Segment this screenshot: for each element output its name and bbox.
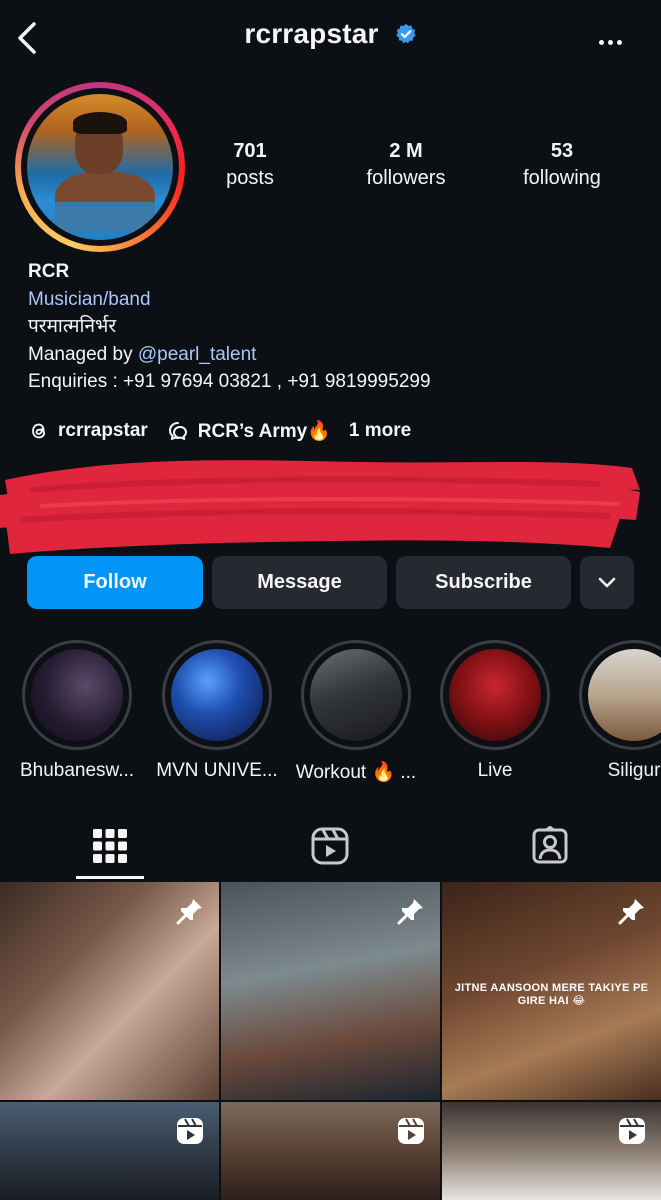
channel-icon [168,422,187,440]
redaction-scribble [0,460,640,554]
post-overlay-text: JITNE AANSOON MERE TAKIYE PE GIRE HAI 😂 [454,982,649,1007]
pinned-icon [618,899,644,925]
highlight-label: Live [477,760,513,781]
suggested-accounts-button[interactable] [580,556,634,609]
threads-handle: rcrrapstar [58,420,148,441]
reel-icon [398,1118,424,1144]
reels-tab-icon[interactable] [310,826,350,866]
threads-icon [32,423,45,439]
message-button[interactable]: Message [212,556,387,609]
profile-stats: 701 posts 2 M followers 53 following [0,140,661,200]
profile-header: rcrrapstar [0,18,661,50]
broadcast-channel-link[interactable]: RCR’s Army🔥 [166,419,331,443]
profile-links: rcrrapstar RCR’s Army🔥 1 more [28,416,429,446]
more-links[interactable]: 1 more [349,420,411,442]
highlight-item[interactable]: Bhubanesw... [12,640,142,782]
following-count[interactable]: 53 following [492,140,632,190]
highlight-item[interactable]: Live [430,640,560,782]
posts-grid: JITNE AANSOON MERE TAKIYE PE GIRE HAI 😂 [0,882,661,1200]
chevron-down-icon [598,577,616,587]
pinned-icon [397,899,423,925]
highlight-item[interactable]: MVN UNIVE... [152,640,282,782]
highlight-label: Bhubanesw... [19,760,135,781]
bio: RCR Musician/band परमात्मनिर्भर Managed … [28,258,648,396]
following-number: 53 [550,140,574,162]
grid-tab-icon[interactable] [90,826,130,866]
threads-link[interactable]: rcrrapstar [28,420,148,442]
enquiries-line: Enquiries : +91 97694 03821 , +91 981999… [28,371,431,392]
highlight-label: Siligur [607,760,661,781]
managed-handle-link[interactable]: @pearl_talent [138,344,257,365]
bio-line: परमात्मनिर्भर [28,316,117,337]
highlight-item[interactable]: Workout 🔥 ... [291,640,421,784]
reel-icon [619,1118,645,1144]
pinned-icon [176,899,202,925]
post-thumbnail[interactable] [221,882,440,1100]
top-bar: rcrrapstar [0,0,661,78]
story-highlights: Bhubanesw... MVN UNIVE... Workout 🔥 ... … [0,640,661,790]
verified-badge-icon [395,23,416,43]
posts-number: 701 [233,140,267,162]
username-title: rcrrapstar [244,18,379,49]
active-tab-indicator [76,876,144,879]
channel-name: RCR’s Army🔥 [197,421,331,442]
post-thumbnail[interactable] [221,1102,440,1200]
highlight-label: Workout 🔥 ... [295,762,417,783]
following-label: following [523,167,601,189]
highlight-label: MVN UNIVE... [156,760,278,781]
followers-number: 2 M [389,140,423,162]
highlight-item[interactable]: Siligur [569,640,661,782]
display-name: RCR [28,261,70,282]
post-thumbnail[interactable] [0,1102,219,1200]
reel-icon [177,1118,203,1144]
followers-label: followers [366,167,446,189]
posts-count[interactable]: 701 posts [180,140,320,190]
tagged-tab-icon[interactable] [530,826,570,866]
more-options-icon[interactable] [599,32,629,45]
posts-label: posts [226,167,274,189]
content-tabs [0,820,661,880]
followers-count[interactable]: 2 M followers [336,140,476,190]
subscribe-button[interactable]: Subscribe [396,556,571,609]
managed-by-line: Managed by @pearl_talent [28,341,648,369]
post-thumbnail[interactable]: JITNE AANSOON MERE TAKIYE PE GIRE HAI 😂 [442,882,661,1100]
follow-button[interactable]: Follow [27,556,203,609]
category-label: Musician/band [28,288,151,310]
post-thumbnail[interactable] [442,1102,661,1200]
post-thumbnail[interactable] [0,882,219,1100]
managed-by-prefix: Managed by [28,343,138,365]
